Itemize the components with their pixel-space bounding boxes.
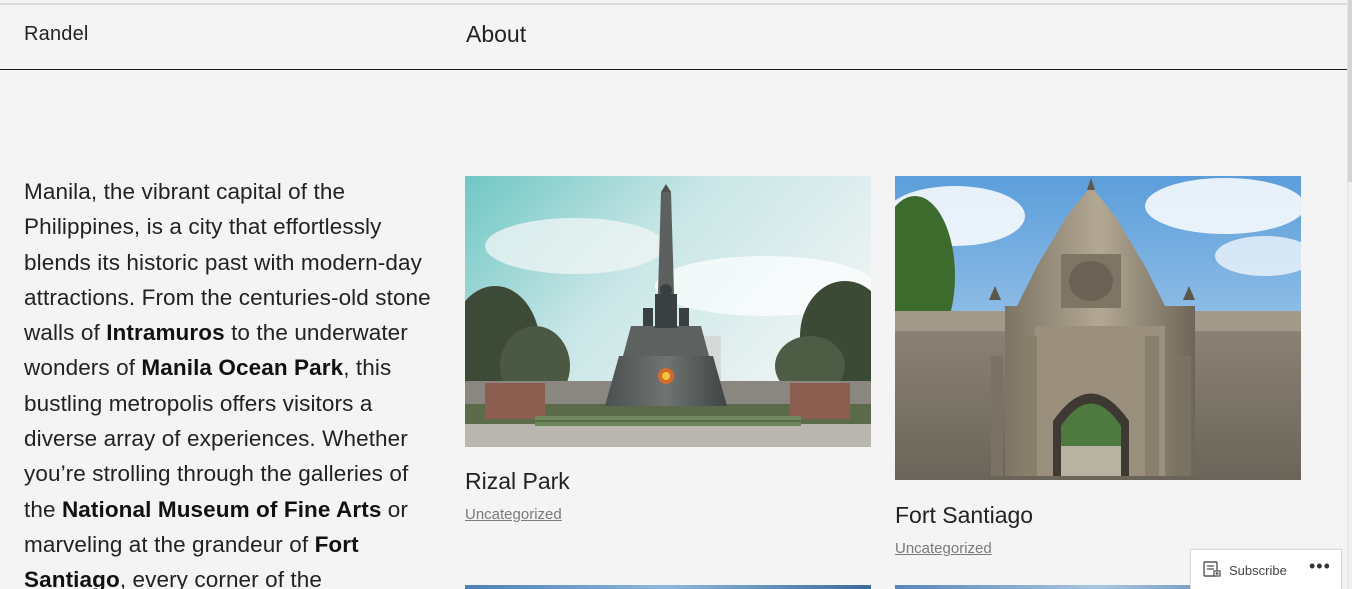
- post-title-rizal-park[interactable]: Rizal Park: [465, 468, 570, 495]
- intro-highlight: Manila Ocean Park: [141, 355, 344, 381]
- page: Randel About Manila, the vibrant capital…: [0, 0, 1352, 589]
- page-scrollbar-thumb[interactable]: [1348, 0, 1352, 182]
- subscribe-button[interactable]: Subscribe: [1203, 560, 1287, 580]
- post-card-rizal-park: Rizal Park Uncategorized: [465, 176, 871, 523]
- subscribe-bar: Subscribe •••: [1190, 549, 1342, 589]
- post-category-rizal-park[interactable]: Uncategorized: [465, 506, 562, 523]
- subscribe-label: Subscribe: [1229, 562, 1287, 578]
- rizal-monument-image: [465, 176, 871, 447]
- post-image-rizal-park[interactable]: [465, 176, 871, 447]
- reader-icon: [1203, 560, 1221, 580]
- post-title-fort-santiago[interactable]: Fort Santiago: [895, 502, 1033, 529]
- site-header: Randel About: [0, 5, 1348, 70]
- intro-highlight: Intramuros: [106, 320, 225, 346]
- intro-highlight: National Museum of Fine Arts: [61, 496, 382, 522]
- post-image-peek-3: [465, 585, 871, 589]
- nav-item-about[interactable]: About: [466, 21, 526, 48]
- site-title-link[interactable]: Randel: [24, 23, 89, 46]
- fort-santiago-gate-image: [895, 176, 1301, 480]
- more-options-button[interactable]: •••: [1309, 556, 1331, 577]
- intro-text: , every corner of the: [119, 567, 323, 589]
- post-image-fort-santiago[interactable]: [895, 176, 1301, 480]
- intro-paragraph: Manila, the vibrant capital of the Phili…: [24, 174, 446, 589]
- post-card-fort-santiago: Fort Santiago Uncategorized: [895, 176, 1301, 557]
- post-category-fort-santiago[interactable]: Uncategorized: [895, 540, 992, 557]
